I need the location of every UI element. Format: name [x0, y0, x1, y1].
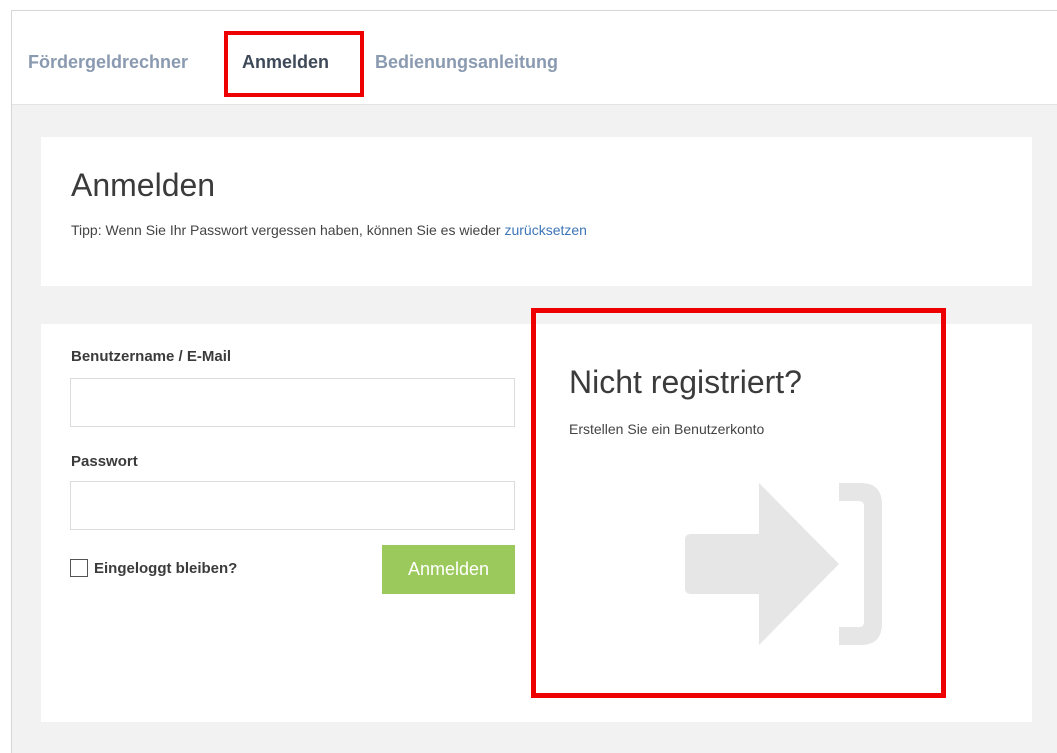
sign-in-bracket-shape [839, 483, 882, 645]
reset-password-link[interactable]: zurücksetzen [504, 222, 586, 238]
remember-me-checkbox[interactable] [70, 559, 88, 577]
nav-item-foerdergeldrechner[interactable]: Fördergeldrechner [28, 52, 188, 73]
remember-me-label: Eingeloggt bleiben? [94, 559, 238, 577]
tip-text: Tipp: Wenn Sie Ihr Passwort vergessen ha… [71, 222, 587, 238]
intro-card: Anmelden Tipp: Wenn Sie Ihr Passwort ver… [41, 137, 1032, 286]
password-label: Passwort [71, 453, 138, 470]
nav-item-anmelden[interactable]: Anmelden [242, 52, 329, 73]
top-navigation: Fördergeldrechner Anmelden Bedienungsanl… [12, 11, 1057, 105]
register-subtitle: Erstellen Sie ein Benutzerkonto [569, 421, 765, 437]
sign-in-arrow-shape [685, 483, 839, 645]
login-button[interactable]: Anmelden [382, 545, 515, 594]
remember-me[interactable]: Eingeloggt bleiben? [70, 559, 237, 577]
tip-text-body: Tipp: Wenn Sie Ihr Passwort vergessen ha… [71, 222, 505, 238]
sign-in-icon[interactable] [681, 479, 886, 649]
username-label: Benutzername / E-Mail [71, 348, 232, 365]
register-title: Nicht registriert? [569, 364, 802, 400]
password-input[interactable] [70, 481, 515, 530]
page-title: Anmelden [71, 167, 216, 203]
nav-item-bedienungsanleitung[interactable]: Bedienungsanleitung [375, 52, 558, 73]
username-input[interactable] [70, 378, 515, 427]
login-card: Benutzername / E-Mail Passwort Eingelogg… [41, 324, 1032, 722]
app-frame: Fördergeldrechner Anmelden Bedienungsanl… [11, 10, 1057, 753]
